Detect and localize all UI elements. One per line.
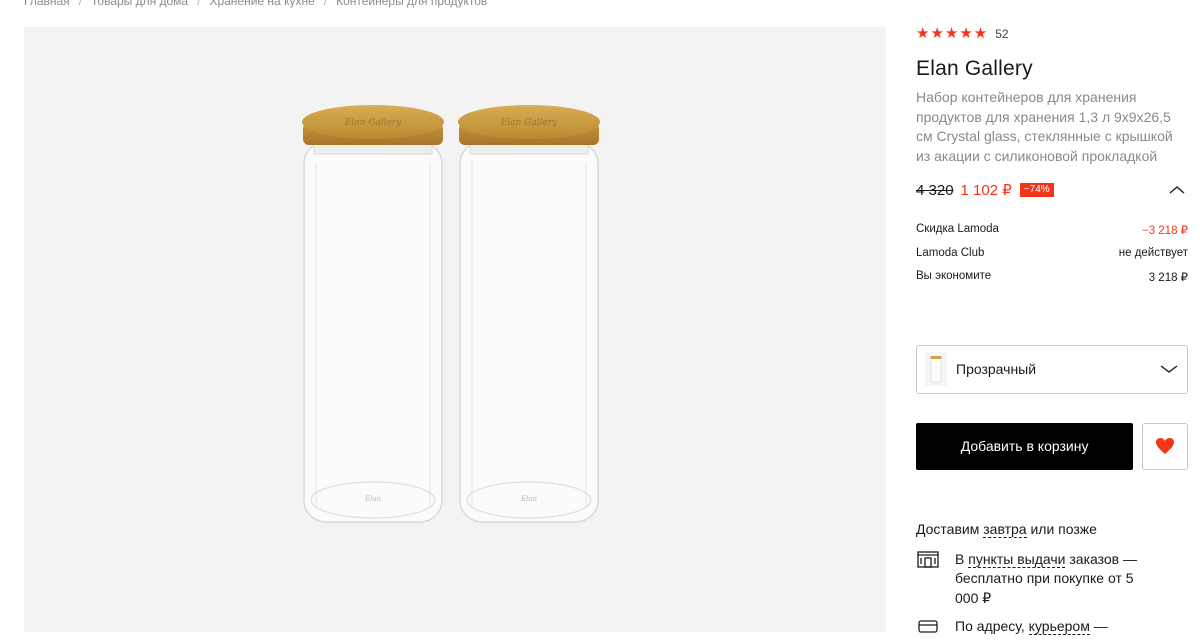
wishlist-button[interactable] [1142, 422, 1188, 470]
delivery-option-pickup-text: В пункты выдачи заказов — бесплатно при … [955, 550, 1155, 609]
courier-icon [916, 617, 941, 637]
delivery-text: В [955, 550, 969, 567]
price-line-lamoda-club: Lamoda Club не действует [916, 247, 1188, 271]
delivery-title: Доставим завтра или позже [916, 520, 1188, 538]
breadcrumb-item-food-containers[interactable]: Контейнеры для продуктов [336, 0, 487, 8]
svg-text:Elan Gallery: Elan Gallery [344, 118, 402, 128]
price-line-value: не действует [1118, 246, 1188, 259]
chevron-up-icon[interactable] [1166, 182, 1188, 198]
pickup-points-link[interactable]: пункты выдачи [968, 550, 1066, 568]
color-select[interactable]: Прозрачный [916, 344, 1188, 394]
delivery-title-prefix: Доставим [916, 520, 984, 537]
breadcrumb-separator: / [197, 0, 201, 8]
delivery-text: По адресу, [955, 618, 1029, 635]
jar-left: Elan Elan Gallery [302, 105, 444, 523]
breadcrumb-separator: / [78, 0, 83, 8]
svg-text:Elan: Elan [364, 495, 382, 503]
breadcrumb-item-kitchen-storage[interactable]: Хранение на кухне [209, 0, 314, 8]
color-select-value: Прозрачный [956, 361, 1037, 378]
rating-count[interactable]: 52 [995, 27, 1008, 41]
pickup-point-icon [916, 550, 941, 570]
price-row: 4 320 1 102 ₽ −74% [916, 180, 1188, 200]
current-price: 1 102 ₽ [960, 182, 1012, 200]
purchase-actions: Добавить в корзину [916, 422, 1188, 472]
discount-badge: −74% [1019, 183, 1054, 198]
jar-right: Elan Elan Gallery [458, 105, 600, 523]
heart-icon [1156, 438, 1175, 455]
rating[interactable]: ★★★★★ 52 [916, 26, 1188, 42]
chevron-down-icon [1159, 362, 1179, 380]
breadcrumb: Главная / Товары для дома / Хранение на кухн… [24, 0, 487, 8]
price-line-value: −3 218 ₽ [1141, 225, 1188, 238]
price-details: Скидка Lamoda −3 218 ₽ Lamoda Club не де… [916, 223, 1188, 294]
brand-name[interactable]: Elan Gallery [916, 57, 1188, 81]
color-thumbnail [925, 352, 947, 387]
breadcrumb-item-home[interactable]: Главная [24, 0, 70, 8]
delivery-date-link[interactable]: завтра [983, 520, 1027, 538]
breadcrumb-separator: / [323, 0, 328, 8]
old-price: 4 320 [916, 181, 954, 199]
price-line-lamoda-discount: Скидка Lamoda −3 218 ₽ [916, 223, 1188, 247]
courier-link[interactable]: курьером [1028, 618, 1090, 636]
delivery-option-pickup: В пункты выдачи заказов — бесплатно при … [916, 550, 1188, 609]
price-line-value: 3 218 ₽ [1148, 272, 1188, 285]
price-line-label: Вы экономите [916, 270, 992, 283]
product-info: ★★★★★ 52 Elan Gallery Набор контейнеров … [916, 26, 1188, 637]
delivery-option-courier: По адресу, курьером — [916, 617, 1188, 637]
delivery-info: Доставим завтра или позже В пункты выдач… [916, 520, 1188, 638]
price-line-label: Скидка Lamoda [916, 223, 999, 236]
product-photo-jars: Elan Elan Gallery Elan Elan Gallery [302, 105, 600, 523]
svg-text:Elan Gallery: Elan Gallery [500, 118, 558, 128]
breadcrumb-item-home-goods[interactable]: Товары для дома [91, 0, 188, 8]
product-title: Набор контейнеров для хранения продуктов… [916, 89, 1173, 164]
product-image[interactable]: Elan Elan Gallery Elan Elan Gallery [24, 27, 886, 632]
price-line-savings: Вы экономите 3 218 ₽ [916, 270, 1188, 294]
rating-stars-icon: ★★★★★ [916, 25, 989, 42]
add-to-cart-button[interactable]: Добавить в корзину [916, 422, 1134, 470]
delivery-title-suffix: или позже [1026, 520, 1097, 537]
delivery-option-courier-text: По адресу, курьером — [955, 617, 1155, 637]
delivery-text: — [1089, 618, 1108, 635]
price-line-label: Lamoda Club [916, 246, 985, 259]
svg-text:Elan: Elan [520, 495, 538, 503]
